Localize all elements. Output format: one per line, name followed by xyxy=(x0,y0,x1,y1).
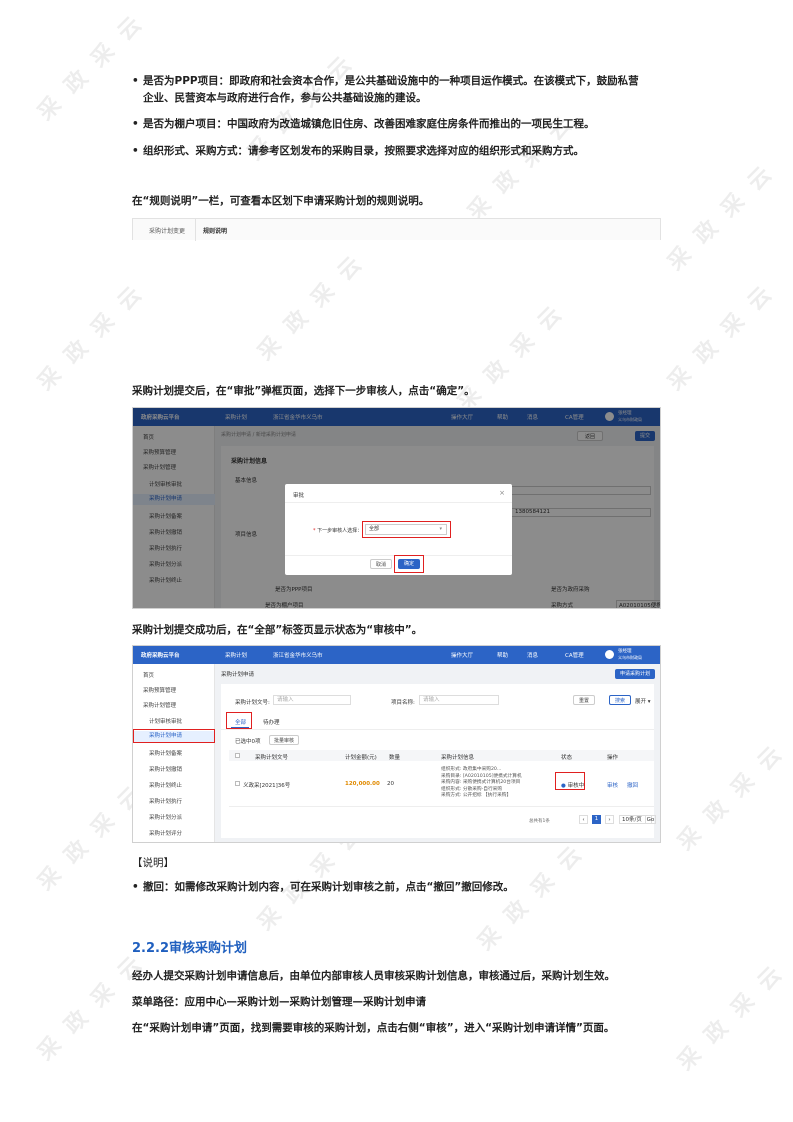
rule-strip-left: 采购计划变更 xyxy=(149,228,186,235)
top-bar: 政府采购云平台 采购计划 浙江省金华市义乌市 操作大厅 帮助 消息 CA管理 张… xyxy=(133,646,660,664)
menu-path: 菜单路径：应用中心—采购计划—采购计划管理—采购计划申请 xyxy=(132,996,426,1008)
sidebar-item[interactable]: 采购计划终止 xyxy=(149,781,182,789)
sidebar: 首页 采购预算管理 采购计划管理 计划审核审批 采购计划申请 采购计划备案 采购… xyxy=(133,664,215,842)
nav-help[interactable]: 帮助 xyxy=(497,651,508,659)
highlight-box xyxy=(555,772,585,790)
nav-plan[interactable]: 采购计划 xyxy=(225,651,247,659)
search-button[interactable]: 搜索 xyxy=(609,695,631,705)
watermark: 采 政 采 云 xyxy=(673,959,790,1076)
rule-strip: 采购计划变更 规则说明 xyxy=(132,218,661,241)
note-title: 【说明】 xyxy=(132,857,174,869)
row-qty: 20 xyxy=(387,781,394,787)
withdraw-link[interactable]: 撤回 xyxy=(627,781,638,789)
list-panel: 采购计划文号: 请输入 项目名称: 请输入 重置 搜索 展开 ▾ 全部 待办理 … xyxy=(221,684,656,838)
pager-go[interactable]: Go xyxy=(645,815,656,824)
apply-plan-button[interactable]: 申请采购计划 xyxy=(615,669,655,679)
row-info: 组织形式: 政府集中采购20... 采购目录: [A02010105]便携式计算… xyxy=(441,767,522,799)
platform-logo: 政府采购云平台 xyxy=(141,653,180,659)
bullet-ppp: 是否为PPP项目：即政府和社会资本合作，是公共基础设施中的一种项目运作模式。在该… xyxy=(132,73,639,107)
pager-page[interactable]: 1 xyxy=(592,815,601,824)
para-rules: 在“规则说明”一栏，可查看本区划下申请采购计划的规则说明。 xyxy=(132,195,430,207)
selected-count: 已选中0项 xyxy=(235,739,261,745)
table-header: 采购计划文号 计划金额(元) 数量 采购计划信息 状态 操作 xyxy=(229,750,654,761)
sidebar-item[interactable]: 计划审核审批 xyxy=(149,717,182,725)
nav-org[interactable]: 浙江省金华市义乌市 xyxy=(273,651,323,659)
sidebar-item[interactable]: 采购计划分派 xyxy=(149,813,182,821)
row-checkbox[interactable] xyxy=(235,781,240,786)
bullet-shanty: 是否为棚户项目：中国政府为改造城镇危旧住房、改善困难家庭住房条件而推出的一项民生… xyxy=(132,116,594,133)
col-status: 状态 xyxy=(561,755,573,761)
highlight-box xyxy=(362,521,451,538)
reset-button[interactable]: 重置 xyxy=(573,695,595,705)
section-heading: 2.2.2审核采购计划 xyxy=(132,941,248,956)
col-code: 采购计划文号 xyxy=(255,755,289,761)
sidebar-item[interactable]: 采购计划评分 xyxy=(149,829,182,837)
screenshot-approval: 政府采购云平台 采购计划 浙江省金华市义乌市 操作大厅 帮助 消息 CA管理 张… xyxy=(132,407,661,609)
col-qty: 数量 xyxy=(389,755,401,761)
highlight-box xyxy=(394,555,424,573)
select-all-checkbox[interactable] xyxy=(235,753,240,758)
para-find: 在“采购计划申请”页面，找到需要审核的采购计划，点击右侧“审核”，进入“采购计划… xyxy=(132,1022,615,1034)
rule-strip-right: 规则说明 xyxy=(203,228,228,235)
highlight-box xyxy=(133,729,215,743)
avatar[interactable] xyxy=(605,650,614,659)
watermark: 采 政 采 云 xyxy=(253,249,370,366)
review-link[interactable]: 审核 xyxy=(607,781,618,789)
nav-hall[interactable]: 操作大厅 xyxy=(451,651,473,659)
para-audit: 经办人提交采购计划申请信息后，由单位内部审核人员审核采购计划信息，审核通过后，采… xyxy=(132,970,615,982)
watermark: 采 政 采 云 xyxy=(663,279,780,396)
row-code: 义政采[2021]36号 xyxy=(243,783,291,789)
user-org: 义乌市财政局 xyxy=(618,655,642,660)
pager-next[interactable]: › xyxy=(605,815,614,824)
row-amount: 120,000.00 xyxy=(345,781,380,787)
cancel-button[interactable]: 取消 xyxy=(370,559,392,569)
sidebar-item[interactable]: 首页 xyxy=(143,671,154,679)
expand-toggle[interactable]: 展开 ▾ xyxy=(635,697,651,705)
search-code-input[interactable]: 请输入 xyxy=(273,695,351,705)
watermark: 采 政 采 云 xyxy=(453,299,570,416)
watermark: 采 政 采 云 xyxy=(673,739,790,856)
user-name: 张经理 xyxy=(618,649,632,654)
close-icon[interactable]: × xyxy=(499,489,505,497)
page-title: 采购计划申请 xyxy=(221,672,255,678)
screenshot-plan-list: 政府采购云平台 采购计划 浙江省金华市义乌市 操作大厅 帮助 消息 CA管理 张… xyxy=(132,645,661,843)
sidebar-item[interactable]: 采购计划执行 xyxy=(149,797,182,805)
pager-prev[interactable]: ‹ xyxy=(579,815,588,824)
sidebar-item[interactable]: 采购计划撤销 xyxy=(149,765,182,773)
watermark: 采 政 采 云 xyxy=(473,839,590,956)
sidebar-item[interactable]: 采购计划备案 xyxy=(149,749,182,757)
watermark: 采 政 采 云 xyxy=(33,279,150,396)
bullet-withdraw: 撤回：如需修改采购计划内容，可在采购计划审核之前，点击“撤回”撤回修改。 xyxy=(132,879,514,896)
modal-title: 审批 xyxy=(293,493,305,499)
search-name-input[interactable]: 请输入 xyxy=(419,695,499,705)
para-success: 采购计划提交成功后，在“全部”标签页显示状态为“审核中”。 xyxy=(132,624,423,636)
bullet-org-form: 组织形式、采购方式：请参考区划发布的采购目录，按照要求选择对应的组织形式和采购方… xyxy=(132,143,584,160)
highlight-box xyxy=(226,712,252,729)
para-submit: 采购计划提交后，在“审批”弹框页面，选择下一步审核人，点击“确定”。 xyxy=(132,385,475,397)
search-name-label: 项目名称: xyxy=(391,700,415,706)
approval-modal: 审批 × * 下一步审核人选择： 全部 ▾ 取消 确定 xyxy=(285,484,512,575)
nav-ca[interactable]: CA管理 xyxy=(565,651,584,659)
table-row[interactable]: 义政采[2021]36号 120,000.00 20 组织形式: 政府集中采购2… xyxy=(229,761,654,807)
tab-todo[interactable]: 待办理 xyxy=(263,718,280,726)
col-amount: 计划金额(元) xyxy=(345,755,377,761)
sidebar-item[interactable]: 采购预算管理 xyxy=(143,686,176,694)
document-page: 采 政 采 云 采 政 采 云 采 政 采 云 采 政 采 云 采 政 采 云 … xyxy=(0,0,793,1122)
watermark: 采 政 采 云 xyxy=(663,159,780,276)
col-info: 采购计划信息 xyxy=(441,755,475,761)
watermark: 采 政 采 云 xyxy=(33,9,150,126)
sidebar-item[interactable]: 采购计划管理 xyxy=(143,701,176,709)
modal-label: * 下一步审核人选择： xyxy=(313,528,363,534)
search-code-label: 采购计划文号: xyxy=(235,700,270,706)
batch-review-button[interactable]: 批量审核 xyxy=(269,735,299,745)
nav-msg[interactable]: 消息 xyxy=(527,651,538,659)
pager-total: 总共有1条 xyxy=(529,819,550,824)
col-op: 操作 xyxy=(607,755,619,761)
